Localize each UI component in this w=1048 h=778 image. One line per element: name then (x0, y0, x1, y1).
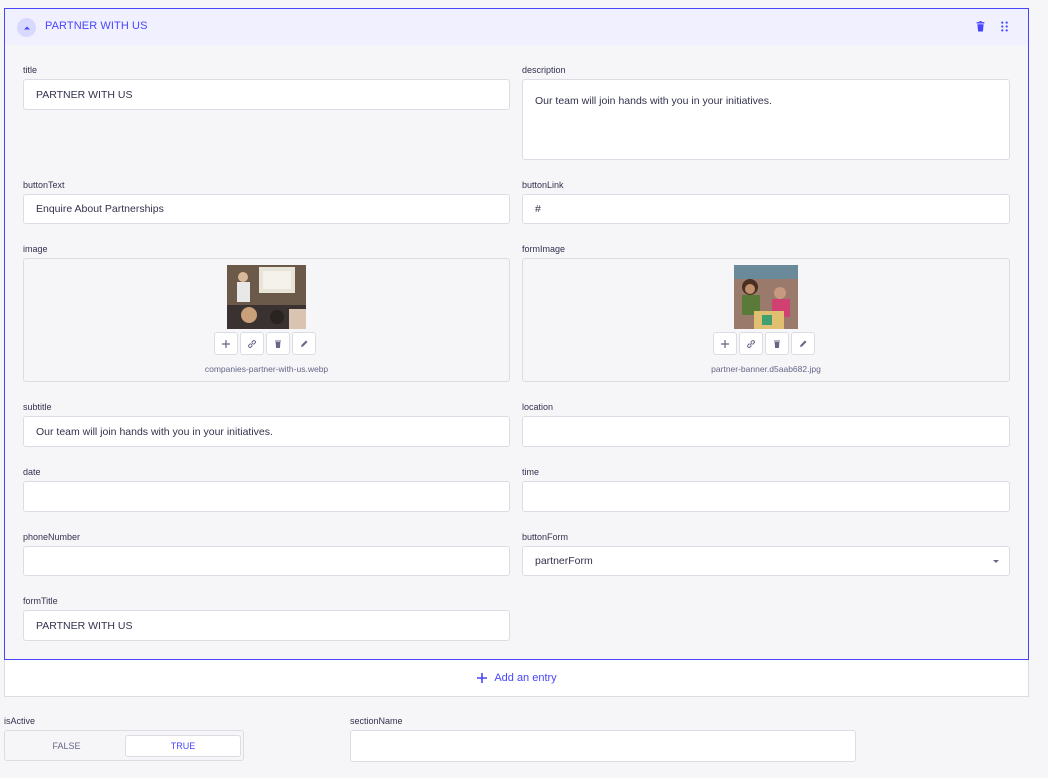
buttonText-input[interactable]: Enquire About Partnerships (23, 194, 510, 224)
drag-handle[interactable] (999, 21, 1010, 32)
isActive-label: isActive (4, 716, 36, 726)
collapse-toggle-button[interactable] (17, 18, 36, 37)
copy-link-image-button[interactable] (240, 332, 264, 355)
image-media-field[interactable]: companies-partner-with-us.webp (23, 258, 510, 382)
location-label: location (522, 402, 554, 412)
edit-formImage-button[interactable] (791, 332, 815, 355)
plus-icon (222, 339, 230, 348)
image-actions (214, 332, 316, 355)
delete-formImage-button[interactable] (765, 332, 789, 355)
add-formImage-button[interactable] (713, 332, 737, 355)
buttonForm-selected-value: partnerForm (535, 555, 593, 567)
phoneNumber-input[interactable] (23, 546, 510, 576)
date-label: date (23, 467, 41, 477)
time-input[interactable] (522, 481, 1010, 512)
pencil-icon (301, 340, 308, 347)
subtitle-input[interactable]: Our team will join hands with you in you… (23, 416, 510, 447)
buttonLink-label: buttonLink (522, 180, 564, 190)
buttonLink-input[interactable]: # (522, 194, 1010, 224)
image-label: image (23, 244, 48, 254)
description-label: description (522, 65, 566, 75)
isActive-true-option[interactable]: TRUE (125, 735, 241, 757)
pencil-icon (800, 340, 807, 347)
formImage-label: formImage (522, 244, 566, 254)
location-input[interactable] (522, 416, 1010, 447)
image-thumbnail (227, 265, 306, 329)
delete-image-button[interactable] (266, 332, 290, 355)
formImage-thumbnail (734, 265, 798, 329)
image-thumbnail-picture (227, 265, 306, 329)
buttonText-label: buttonText (23, 180, 65, 190)
date-input[interactable] (23, 481, 510, 512)
add-image-button[interactable] (214, 332, 238, 355)
subtitle-label: subtitle (23, 402, 52, 412)
trash-icon (275, 340, 281, 348)
link-icon (747, 339, 755, 348)
chevron-up-icon (23, 26, 30, 29)
formTitle-label: formTitle (23, 596, 58, 606)
formImage-filename: partner-banner.d5aab682.jpg (711, 364, 821, 374)
trash-icon (774, 340, 780, 348)
description-textarea[interactable]: Our team will join hands with you in you… (522, 79, 1010, 160)
buttonForm-label: buttonForm (522, 532, 569, 542)
isActive-toggle: FALSE TRUE (4, 730, 244, 761)
add-entry-button[interactable]: Add an entry (4, 660, 1029, 697)
formImage-media-field[interactable]: partner-banner.d5aab682.jpg (522, 258, 1010, 382)
formImage-thumbnail-picture (734, 265, 798, 329)
edit-image-button[interactable] (292, 332, 316, 355)
copy-link-formImage-button[interactable] (739, 332, 763, 355)
caret-down-icon (993, 559, 999, 563)
delete-component-button[interactable] (975, 21, 986, 32)
plus-icon (721, 339, 729, 348)
link-icon (248, 339, 256, 348)
drag-icon (1001, 21, 1008, 32)
add-entry-label: Add an entry (494, 672, 557, 684)
sectionName-input[interactable] (350, 730, 856, 762)
isActive-false-option[interactable]: FALSE (9, 735, 124, 757)
component-panel: PARTNER WITH US title PARTNER WITH US de… (4, 8, 1029, 660)
panel-header[interactable]: PARTNER WITH US (5, 9, 1028, 45)
formTitle-input[interactable]: PARTNER WITH US (23, 610, 510, 641)
buttonForm-select[interactable]: partnerForm (522, 546, 1010, 576)
time-label: time (522, 467, 540, 477)
title-label: title (23, 65, 38, 75)
trash-icon (976, 21, 985, 32)
sectionName-label: sectionName (350, 716, 403, 726)
panel-title: PARTNER WITH US (45, 20, 148, 32)
phoneNumber-label: phoneNumber (23, 532, 81, 542)
title-input[interactable]: PARTNER WITH US (23, 79, 510, 110)
image-filename: companies-partner-with-us.webp (204, 364, 329, 374)
plus-icon (477, 673, 488, 683)
formImage-actions (713, 332, 815, 355)
